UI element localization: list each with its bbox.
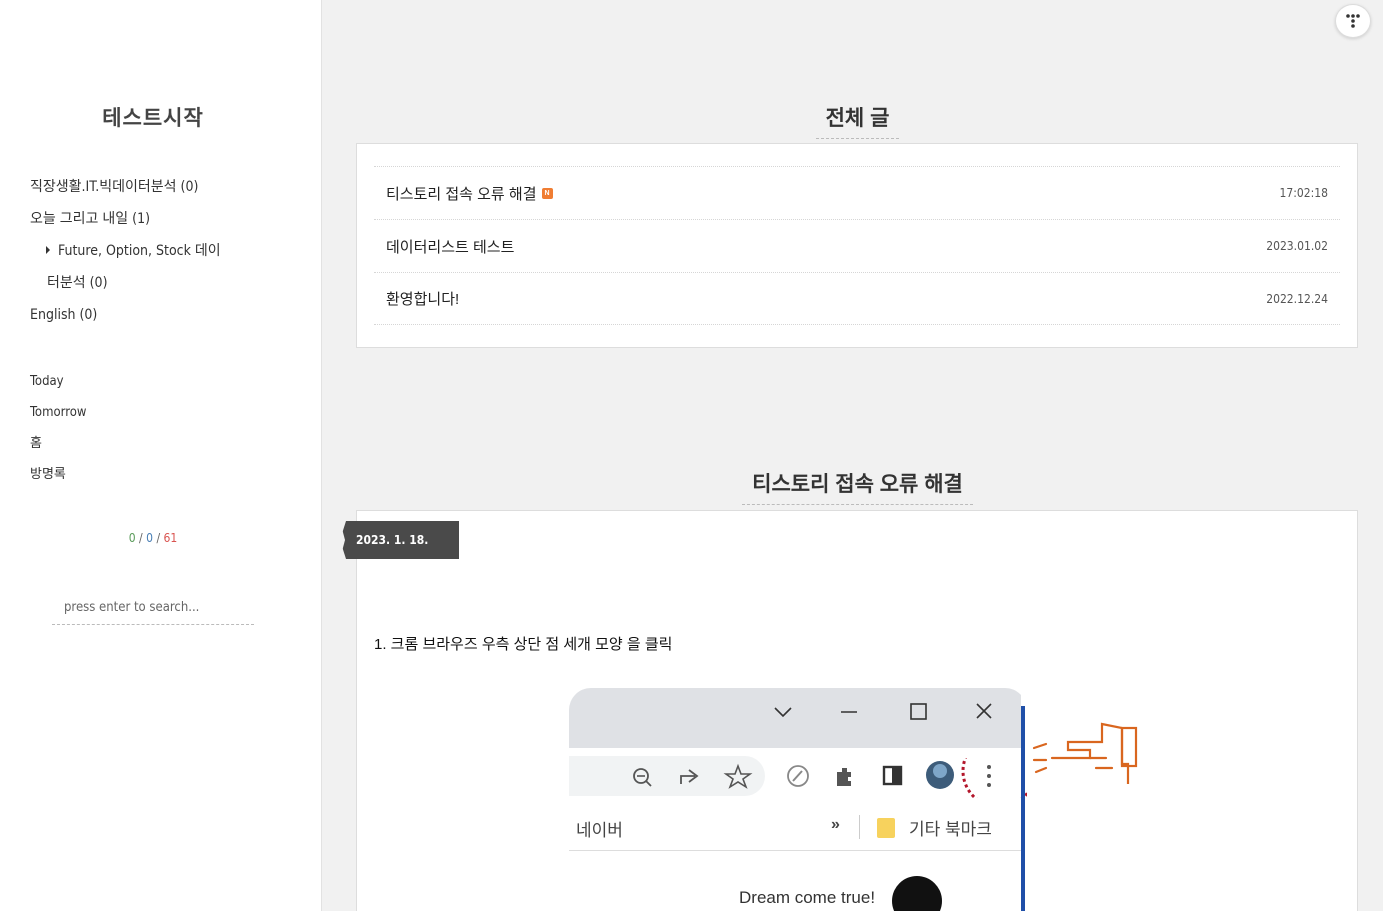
post-title-wrap: 티스토리 접속 오류 해결 N [386,183,553,204]
more-vert-icon [987,765,991,769]
post-row[interactable]: 환영합니다! 2022.12.24 [374,272,1340,325]
star-icon [723,763,753,789]
sidebar: 테스트시작 직장생활.IT.빅데이터분석 (0) 오늘 그리고 내일 (1) F… [0,0,322,911]
triangle-right-icon [46,246,50,254]
bookmark-naver: 네이버 [576,821,623,840]
nav-list: Today Tomorrow 홈 방명록 [30,371,86,495]
share-icon [680,769,699,784]
article-title[interactable]: 티스토리 접속 오류 해결 [357,468,1358,505]
search-input[interactable] [64,600,254,615]
section-heading-all-posts: 전체 글 [357,102,1358,139]
counter-yesterday: 61 [163,531,178,545]
post-title: 데이터리스트 테스트 [386,238,515,256]
pointing-hand-icon [1032,722,1138,784]
counter-sep: / [156,531,161,545]
post-date: 2022.12.24 [1266,291,1328,306]
bookmark-other: 기타 북마크 [909,820,992,839]
visitor-counter: 0 / 0 / 61 [0,531,306,545]
maximize-icon [910,703,927,720]
highlight-circle [961,758,1027,798]
post-title: 환영합니다! [386,291,460,308]
article-title-text: 티스토리 접속 오류 해결 [742,468,973,505]
subcategory-item[interactable]: Future, Option, Stock 데이 [30,240,221,272]
window-edge [1021,706,1025,911]
profile-avatar-large [892,876,942,911]
bookmark-divider [859,815,860,839]
profile-caption: Dream come true! [739,888,876,907]
counter-total: 0 [128,531,136,545]
extension-puzzle-icon [837,768,851,786]
article-step-1: 1. 크롬 브라우즈 우측 상단 점 세개 모양 을 클릭 [374,636,673,653]
subcategory-label: Future, Option, Stock 데이 [58,243,221,259]
bookmark-overflow: » [831,816,840,833]
window-controls [774,703,992,720]
counter-sep: / [139,531,143,545]
toolbar-icons [633,758,1027,798]
post-row[interactable]: 티스토리 접속 오류 해결 N 17:02:18 [374,166,1340,219]
blog-title[interactable]: 테스트시작 [0,102,306,132]
browser-title-bar [569,688,1021,748]
category-item[interactable]: 직장생활.IT.빅데이터분석 (0) [30,176,221,208]
post-date: 2023.01.02 [1266,239,1328,253]
category-item[interactable]: English (0) [30,304,221,336]
chevron-down-icon [774,707,792,718]
browser-toolbar [569,748,1027,803]
menu-button[interactable] [1335,4,1371,38]
new-badge-icon: N [541,187,553,199]
section-heading-text: 전체 글 [815,102,900,139]
bookmarks-bar: 네이버 » 기타 북마크 [569,803,1021,851]
nav-item-home[interactable]: 홈 [30,433,86,464]
counter-today: 0 [146,531,153,545]
post-date: 17:02:18 [1279,186,1328,200]
post-row[interactable]: 데이터리스트 테스트 2023.01.02 [374,219,1340,272]
subcategory-item-wrap[interactable]: 터분석 (0) [30,272,221,304]
folder-icon [877,818,895,838]
nav-item-today[interactable]: Today [30,371,86,402]
article-date-tag: 2023. 1. 18. 17:02 [340,521,459,585]
tistory-dots-icon [1346,14,1360,28]
search-box [52,598,254,625]
post-list: 티스토리 접속 오류 해결 N 17:02:18 데이터리스트 테스트 2023.… [356,143,1358,348]
nav-item-tomorrow[interactable]: Tomorrow [30,402,86,433]
post-title: 티스토리 접속 오류 해결 [386,185,537,203]
embedded-screenshot: 네이버 » 기타 북마크 Dream come true! [569,688,1027,911]
category-item[interactable]: 오늘 그리고 내일 (1) [30,208,221,240]
category-list: 직장생활.IT.빅데이터분석 (0) 오늘 그리고 내일 (1) Future,… [30,176,221,336]
nav-item-guestbook[interactable]: 방명록 [30,464,86,495]
